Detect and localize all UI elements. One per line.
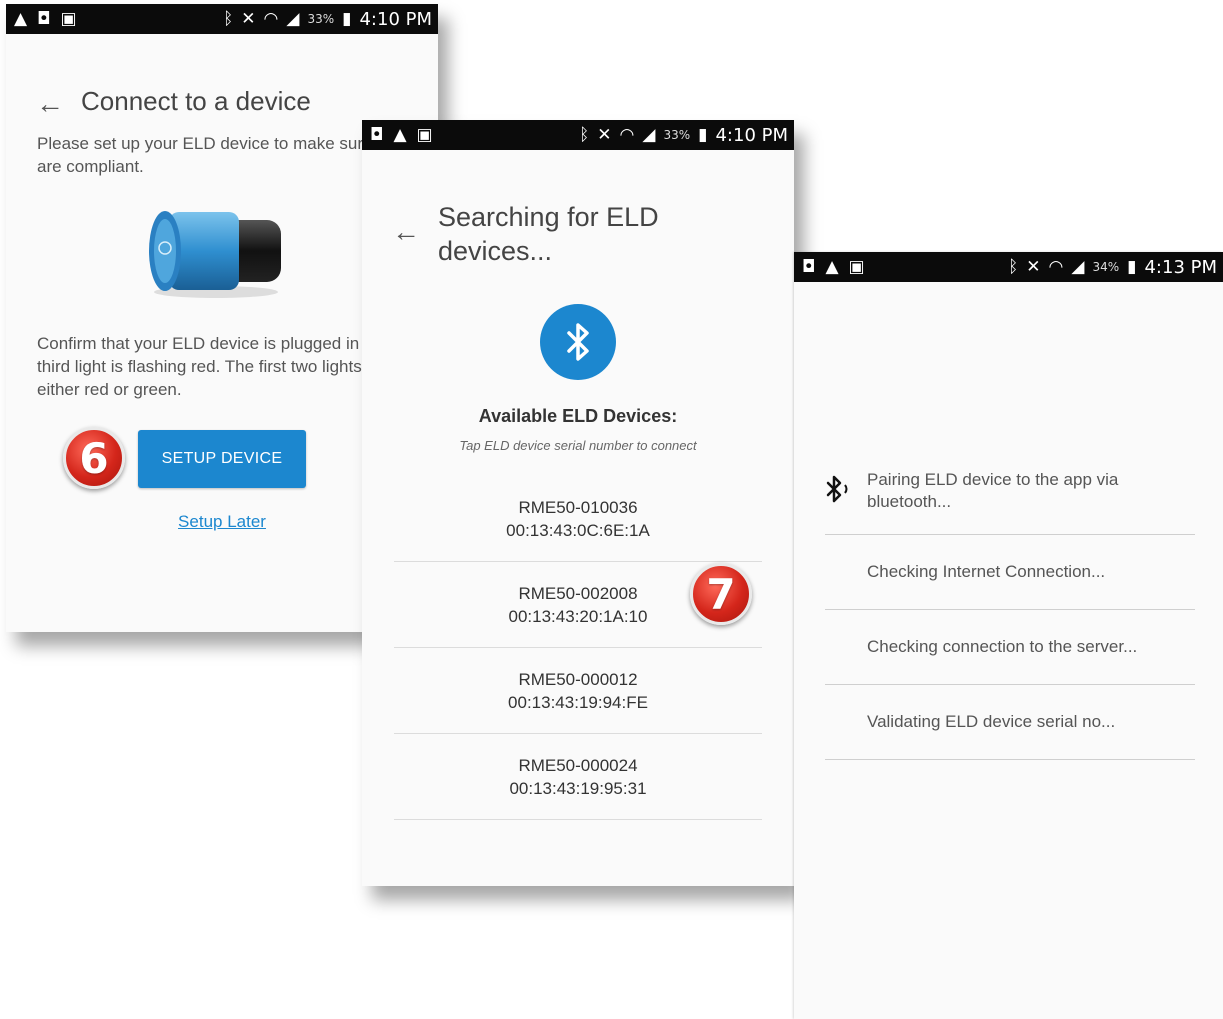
page-title: Searching for ELD devices... (438, 202, 659, 266)
image-icon: ◘ (370, 124, 384, 145)
device-serial: RME50-000024 (518, 755, 638, 775)
serial-validation-text: Validating ELD device serial no... (867, 712, 1116, 731)
pairing-step-text: Pairing ELD device to the app via blueto… (867, 470, 1119, 511)
clock: 4:10 PM (715, 124, 788, 146)
warning-icon: ▲ (825, 256, 839, 277)
step-6-badge: 6 (63, 427, 125, 489)
server-check-text: Checking connection to the server... (867, 637, 1138, 656)
step-7-badge: 7 (690, 563, 752, 625)
bluetooth-icon: ᛒ (579, 124, 590, 145)
bluetooth-icon: ᛒ (223, 8, 234, 29)
warning-icon: ▲ (393, 124, 407, 145)
status-bar: ▲ ◘ ▣ ᛒ ✕ ◠ ◢ 33% ▮ 4:10 PM (6, 4, 438, 34)
bluetooth-icon: ᛒ (1008, 256, 1019, 277)
pairing-progress-screen: ◘ ▲ ▣ ᛒ ✕ ◠ ◢ 34% ▮ 4:13 PM Pairing ELD … (794, 252, 1223, 1019)
wifi-icon: ◠ (1048, 256, 1064, 277)
signal-icon: ◢ (286, 8, 300, 29)
clock: 4:13 PM (1144, 256, 1217, 278)
device-mac: 00:13:43:19:94:FE (508, 692, 648, 712)
setup-later-link[interactable]: Setup Later (138, 512, 306, 532)
clipboard-icon: ▣ (60, 8, 77, 29)
clipboard-icon: ▣ (416, 124, 433, 145)
internet-check-step: Checking Internet Connection... (825, 535, 1195, 610)
device-serial: RME50-000012 (518, 669, 638, 689)
setup-device-button[interactable]: SETUP DEVICE (138, 430, 306, 488)
battery-icon: ▮ (342, 8, 352, 29)
mute-icon: ✕ (597, 124, 612, 145)
device-list: RME50-010036 00:13:43:0C:6E:1A RME50-002… (394, 476, 762, 820)
signal-icon: ◢ (1071, 256, 1085, 277)
device-mac: 00:13:43:20:1A:10 (508, 606, 648, 626)
clock: 4:10 PM (359, 8, 432, 30)
status-bar: ◘ ▲ ▣ ᛒ ✕ ◠ ◢ 34% ▮ 4:13 PM (794, 252, 1223, 282)
warning-icon: ▲ (14, 8, 28, 29)
clipboard-icon: ▣ (848, 256, 865, 277)
connect-hint: Tap ELD device serial number to connect (459, 438, 697, 453)
battery-icon: ▮ (698, 124, 708, 145)
device-mac: 00:13:43:19:95:31 (509, 778, 647, 798)
server-check-step: Checking connection to the server... (825, 610, 1195, 685)
back-arrow-icon[interactable]: ← (36, 90, 64, 118)
searching-devices-screen: ◘ ▲ ▣ ᛒ ✕ ◠ ◢ 33% ▮ 4:10 PM ← Searching … (362, 120, 794, 886)
battery-percent: 33% (663, 128, 691, 142)
battery-percent: 34% (1092, 260, 1120, 274)
mute-icon: ✕ (1026, 256, 1041, 277)
status-bar: ◘ ▲ ▣ ᛒ ✕ ◠ ◢ 33% ▮ 4:10 PM (362, 120, 794, 150)
device-item[interactable]: RME50-010036 00:13:43:0C:6E:1A (394, 476, 762, 562)
device-item[interactable]: RME50-000012 00:13:43:19:94:FE (394, 648, 762, 734)
battery-percent: 33% (307, 12, 335, 26)
internet-check-text: Checking Internet Connection... (867, 562, 1106, 581)
bluetooth-search-icon (540, 304, 616, 380)
device-serial: RME50-002008 (518, 583, 638, 603)
wifi-icon: ◠ (263, 8, 279, 29)
mute-icon: ✕ (241, 8, 256, 29)
image-icon: ◘ (37, 8, 51, 29)
signal-icon: ◢ (642, 124, 656, 145)
eld-device-image (149, 211, 281, 298)
pairing-step: Pairing ELD device to the app via blueto… (825, 448, 1195, 535)
pairing-steps-list: Pairing ELD device to the app via blueto… (825, 448, 1195, 760)
device-item[interactable]: RME50-000024 00:13:43:19:95:31 (394, 734, 762, 820)
back-arrow-icon[interactable]: ← (392, 218, 420, 246)
bluetooth-pairing-icon (825, 474, 867, 508)
serial-validation-step: Validating ELD device serial no... (825, 685, 1195, 760)
page-title: Connect to a device (81, 86, 311, 116)
device-mac: 00:13:43:0C:6E:1A (506, 520, 650, 540)
image-icon: ◘ (802, 256, 816, 277)
available-devices-label: Available ELD Devices: (478, 406, 678, 426)
device-serial: RME50-010036 (518, 497, 638, 517)
wifi-icon: ◠ (619, 124, 635, 145)
battery-icon: ▮ (1127, 256, 1137, 277)
